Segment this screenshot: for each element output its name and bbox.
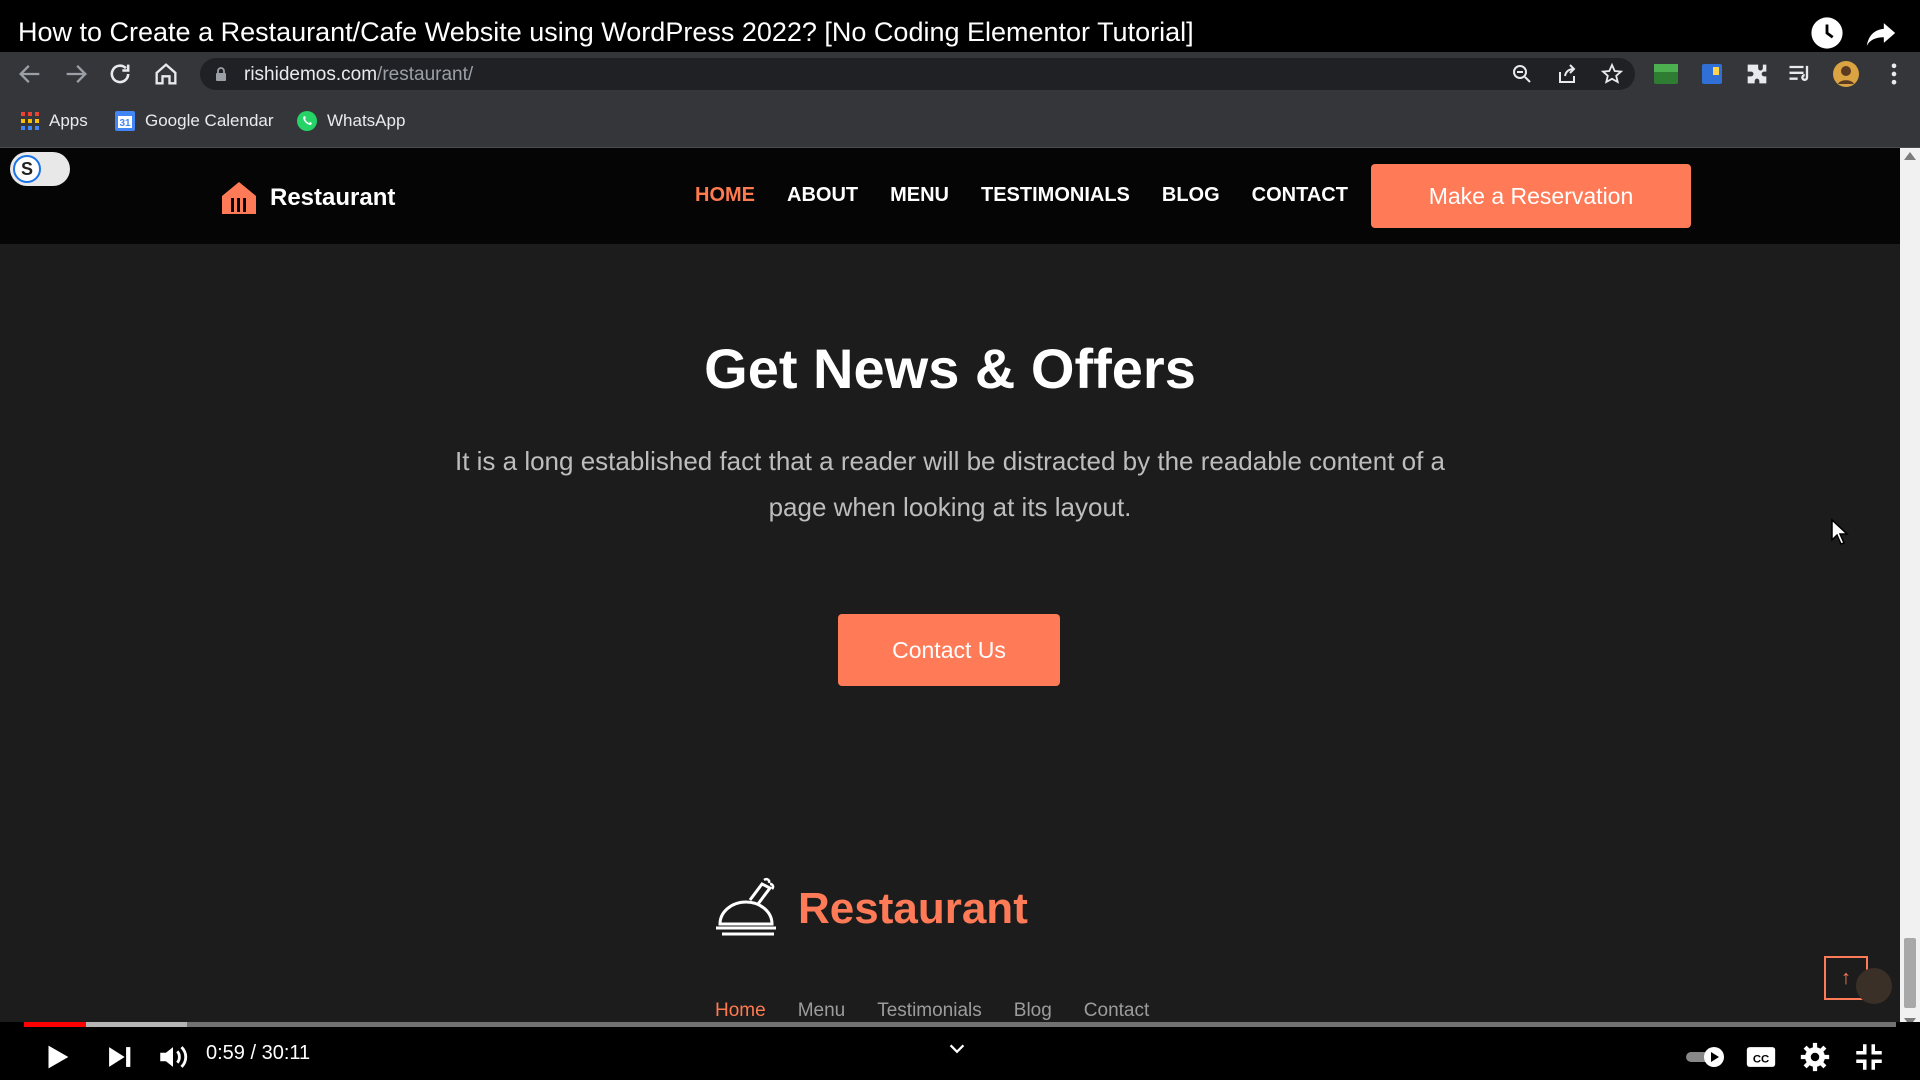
profile-avatar-icon[interactable] — [1832, 60, 1860, 88]
extensions-puzzle-icon[interactable] — [1743, 60, 1771, 88]
whatsapp-icon — [297, 111, 317, 131]
url-domain: rishidemos.com — [244, 64, 378, 85]
video-progress-bar[interactable] — [24, 1022, 1896, 1027]
settings-gear-icon[interactable] — [1798, 1040, 1832, 1074]
bookmarks-bar: Apps 31 Google Calendar WhatsApp — [0, 96, 1920, 148]
footer-nav: Home Menu Testimonials Blog Contact — [715, 1000, 1181, 1022]
footer-logo[interactable]: Restaurant — [712, 874, 1028, 944]
main-nav: HOME ABOUT MENU TESTIMONIALS BLOG CONTAC… — [695, 184, 1380, 207]
scroll-thumb[interactable] — [1904, 938, 1916, 1008]
back-icon[interactable] — [16, 60, 44, 88]
scroll-up-arrow-icon[interactable] — [1904, 152, 1916, 160]
restaurant-logo-icon — [222, 182, 256, 214]
bookmark-star-icon[interactable] — [1600, 62, 1624, 86]
skype-toggle-knob: S — [13, 155, 41, 183]
youtube-title-bar: How to Create a Restaurant/Cafe Website … — [0, 0, 1920, 52]
next-video-icon[interactable] — [102, 1040, 136, 1074]
footer-nav-blog[interactable]: Blog — [1014, 1000, 1052, 1022]
footer-logo-text: Restaurant — [798, 884, 1028, 933]
bookmark-label: Apps — [49, 111, 88, 130]
address-bar[interactable]: rishidemos.com/restaurant/ — [200, 58, 1635, 90]
site-logo[interactable]: Restaurant — [218, 178, 395, 218]
exit-fullscreen-icon[interactable] — [1852, 1040, 1886, 1074]
presenter-avatar — [1856, 968, 1892, 1004]
webpage-viewport: S Restaurant HOME ABOUT MENU TESTIMONIAL… — [0, 148, 1900, 1030]
progress-played — [24, 1022, 86, 1027]
chef-hand-cloche-icon — [716, 877, 776, 936]
bookmark-google-calendar[interactable]: 31 Google Calendar — [114, 108, 274, 134]
watch-later-icon[interactable] — [1810, 16, 1844, 50]
nav-about[interactable]: ABOUT — [787, 184, 858, 207]
logo-text: Restaurant — [270, 184, 396, 211]
newsletter-description: It is a long established fact that a rea… — [454, 446, 1446, 522]
nav-blog[interactable]: BLOG — [1162, 184, 1220, 207]
time-current: 0:59 — [206, 1042, 245, 1064]
mouse-cursor-icon — [1831, 518, 1849, 545]
footer-nav-contact[interactable]: Contact — [1084, 1000, 1149, 1022]
share-icon[interactable] — [1864, 16, 1898, 50]
nav-contact[interactable]: CONTACT — [1252, 184, 1348, 207]
nav-menu[interactable]: MENU — [890, 184, 949, 207]
closed-captions-icon[interactable]: CC — [1744, 1040, 1778, 1074]
contact-us-button[interactable]: Contact Us — [838, 614, 1060, 686]
reading-list-icon[interactable] — [1786, 60, 1814, 88]
footer-nav-testimonials[interactable]: Testimonials — [877, 1000, 982, 1022]
video-controls: 0:59 / 30:11 CC — [0, 1022, 1920, 1080]
bookmark-label: WhatsApp — [327, 111, 406, 130]
svg-text:CC: CC — [1753, 1054, 1769, 1066]
google-calendar-icon: 31 — [115, 111, 135, 131]
reload-icon[interactable] — [106, 60, 134, 88]
bookmark-whatsapp[interactable]: WhatsApp — [296, 108, 405, 134]
site-header: S Restaurant HOME ABOUT MENU TESTIMONIAL… — [0, 148, 1900, 244]
video-title[interactable]: How to Create a Restaurant/Cafe Website … — [18, 17, 1194, 48]
newsletter-headline: Get News & Offers — [704, 337, 1196, 400]
bookmark-label: Google Calendar — [145, 111, 274, 130]
video-time: 0:59 / 30:11 — [206, 1042, 310, 1065]
make-reservation-button[interactable]: Make a Reservation — [1371, 164, 1691, 228]
volume-icon[interactable] — [156, 1040, 190, 1074]
forward-icon[interactable] — [62, 60, 90, 88]
home-icon[interactable] — [152, 60, 180, 88]
play-icon[interactable] — [40, 1040, 74, 1074]
bookmark-apps[interactable]: Apps — [20, 108, 88, 134]
skype-toggle[interactable]: S — [10, 152, 70, 186]
nav-home[interactable]: HOME — [695, 184, 755, 207]
extension-blue-icon[interactable] — [1698, 60, 1726, 88]
lock-icon[interactable] — [214, 66, 228, 82]
url-text[interactable]: rishidemos.com/restaurant/ — [244, 64, 473, 86]
apps-grid-icon — [21, 112, 39, 130]
time-total: 30:11 — [261, 1042, 311, 1064]
time-separator: / — [244, 1042, 262, 1064]
nav-testimonials[interactable]: TESTIMONIALS — [981, 184, 1130, 207]
url-path: /restaurant/ — [377, 64, 474, 85]
page-scrollbar[interactable] — [1900, 148, 1920, 1030]
more-menu-icon[interactable] — [1880, 60, 1908, 88]
zoom-icon[interactable] — [1510, 62, 1534, 86]
chevron-down-icon[interactable] — [946, 1038, 968, 1060]
browser-toolbar: rishidemos.com/restaurant/ — [0, 52, 1920, 96]
share-page-icon[interactable] — [1555, 62, 1579, 86]
footer-nav-home[interactable]: Home — [715, 1000, 766, 1022]
autoplay-toggle-icon[interactable] — [1684, 1040, 1728, 1074]
svg-text:31: 31 — [119, 118, 131, 129]
extension-sam-icon[interactable] — [1652, 60, 1680, 88]
footer-nav-menu[interactable]: Menu — [798, 1000, 846, 1022]
